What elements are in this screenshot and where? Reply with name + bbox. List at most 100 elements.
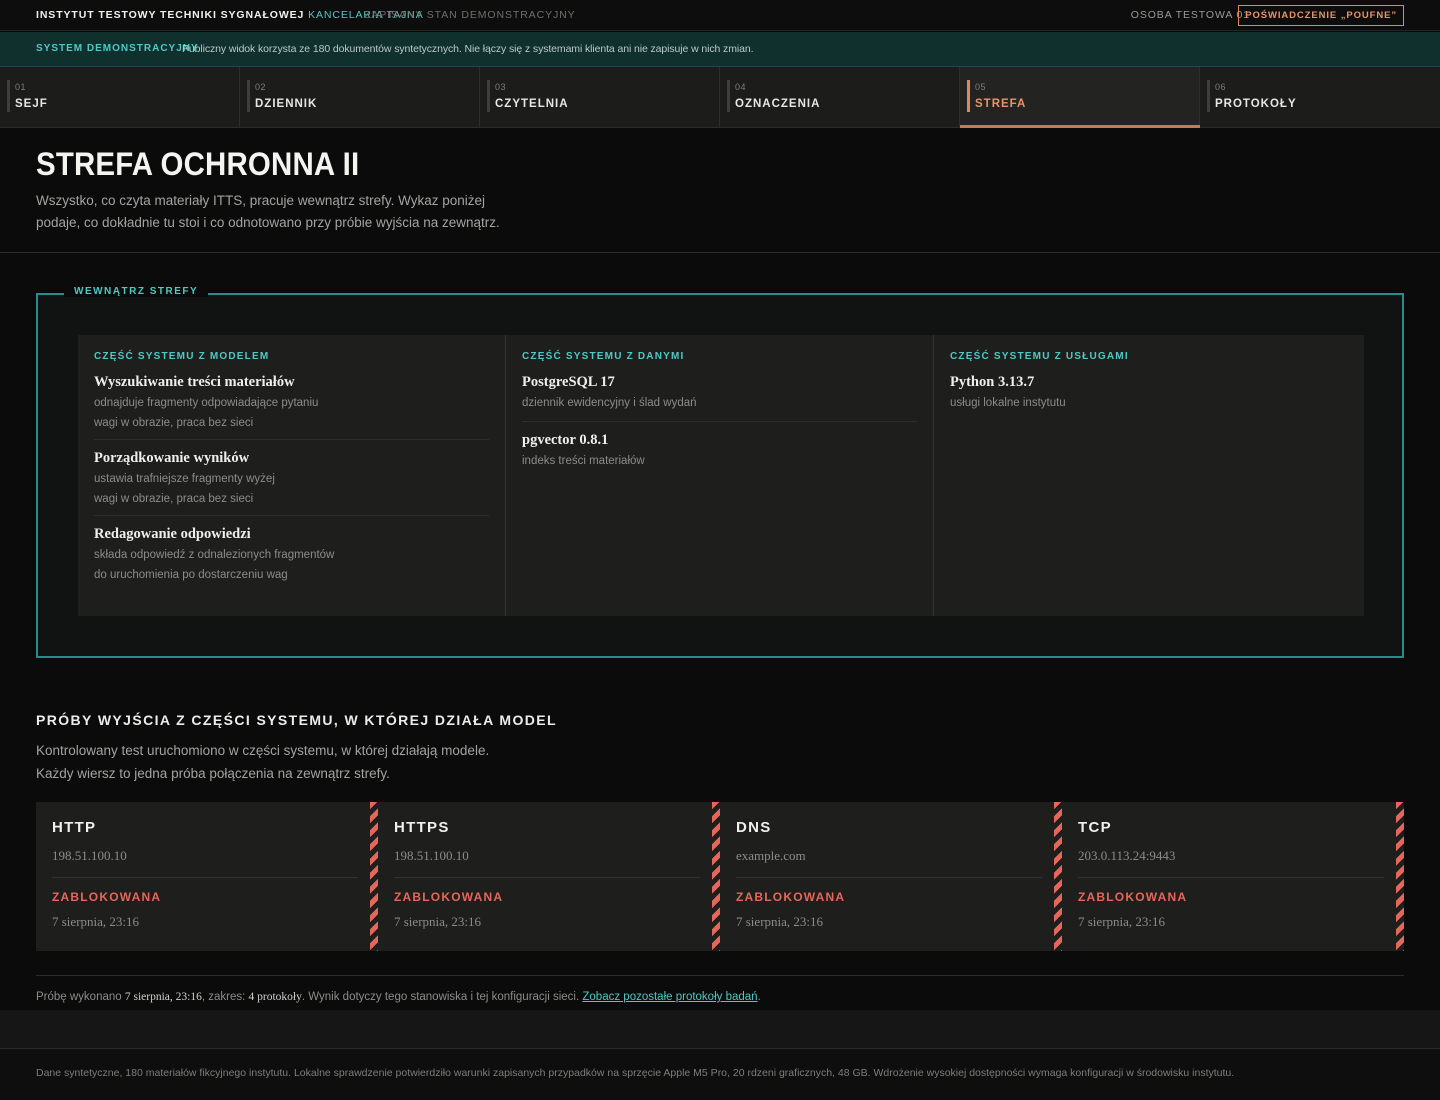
attempt-time: 7 sierpnia, 23:16 bbox=[52, 914, 140, 929]
status-badge: ZABLOKOWANA bbox=[52, 890, 162, 904]
divider bbox=[0, 252, 1440, 253]
main-tabs: 01 SEJF 02 DZIENNIK 03 CZYTELNIA 04 OZNA… bbox=[0, 67, 1440, 128]
component-item: Wyszukiwanie treści materiałów odnajduje… bbox=[94, 374, 489, 440]
column-heading: CZĘŚĆ SYSTEMU Z MODELEM bbox=[94, 351, 270, 362]
demo-banner: SYSTEM DEMONSTRACYJNY Publiczny widok ko… bbox=[0, 32, 1440, 67]
component-item: Python 3.13.7 usługi lokalne instytutu bbox=[950, 374, 1348, 421]
protection-zone: WEWNĄTRZ STREFY CZĘŚĆ SYSTEMU Z MODELEM … bbox=[36, 286, 1404, 658]
footer-band bbox=[0, 1010, 1440, 1049]
attempt-target: 198.51.100.10 bbox=[394, 848, 700, 878]
attempt-protocol: HTTP bbox=[52, 819, 97, 836]
saved-state-label: ZAPISANY STAN DEMONSTRACYJNY bbox=[364, 9, 576, 21]
attempt-protocol: HTTPS bbox=[394, 819, 450, 836]
component-name: Wyszukiwanie treści materiałów bbox=[94, 374, 295, 390]
tab-number: 03 bbox=[495, 82, 507, 92]
demo-message: Publiczny widok korzysta ze 180 dokument… bbox=[182, 43, 754, 55]
component-note: do uruchomienia po dostarczeniu wag bbox=[94, 569, 288, 581]
summary-suffix: . Wynik dotyczy tego stanowiska i tej ko… bbox=[301, 991, 580, 1003]
component-item: pgvector 0.8.1 indeks treści materiałów bbox=[522, 432, 917, 479]
attempt-target: 198.51.100.10 bbox=[52, 848, 358, 878]
blocked-stripe bbox=[712, 802, 720, 951]
blocked-stripe bbox=[1396, 802, 1404, 951]
attempt-card: DNS example.com ZABLOKOWANA 7 sierpnia, … bbox=[720, 802, 1062, 951]
component-note: wagi w obrazie, praca bez sieci bbox=[94, 493, 254, 505]
tab-label: DZIENNIK bbox=[255, 98, 318, 110]
model-column: CZĘŚĆ SYSTEMU Z MODELEM Wyszukiwanie tre… bbox=[78, 335, 506, 616]
attempt-card: HTTPS 198.51.100.10 ZABLOKOWANA 7 sierpn… bbox=[378, 802, 720, 951]
attempt-time: 7 sierpnia, 23:16 bbox=[394, 914, 482, 929]
attempt-card: TCP 203.0.113.24:9443 ZABLOKOWANA 7 sier… bbox=[1062, 802, 1404, 951]
tab-marker bbox=[247, 80, 250, 112]
summary-end: . bbox=[757, 991, 761, 1003]
component-name: Porządkowanie wyników bbox=[94, 450, 250, 466]
tab-sejf[interactable]: 01 SEJF bbox=[0, 67, 240, 127]
tab-number: 06 bbox=[1215, 82, 1227, 92]
attempt-protocol: DNS bbox=[736, 819, 772, 836]
component-note: wagi w obrazie, praca bez sieci bbox=[94, 417, 254, 429]
tab-marker bbox=[1207, 80, 1210, 112]
services-column: CZĘŚĆ SYSTEMU Z USŁUGAMI Python 3.13.7 u… bbox=[934, 335, 1364, 616]
data-column: CZĘŚĆ SYSTEMU Z DANYMI PostgreSQL 17 dzi… bbox=[506, 335, 934, 616]
tab-number: 01 bbox=[15, 82, 27, 92]
egress-title: PRÓBY WYJŚCIA Z CZĘŚCI SYSTEMU, W KTÓREJ… bbox=[36, 712, 557, 728]
component-description: dziennik ewidencyjny i ślad wydań bbox=[522, 397, 697, 409]
tab-marker bbox=[727, 80, 730, 112]
component-description: usługi lokalne instytutu bbox=[950, 397, 1066, 409]
attempt-time: 7 sierpnia, 23:16 bbox=[736, 914, 824, 929]
zone-components: CZĘŚĆ SYSTEMU Z MODELEM Wyszukiwanie tre… bbox=[78, 335, 1364, 616]
attempt-target: 203.0.113.24:9443 bbox=[1078, 848, 1384, 878]
status-badge: ZABLOKOWANA bbox=[736, 890, 846, 904]
summary-scope: 4 protokoły bbox=[248, 991, 302, 1003]
component-item: Porządkowanie wyników ustawia trafniejsz… bbox=[94, 450, 489, 516]
egress-description: Kontrolowany test uruchomiono w części s… bbox=[36, 743, 490, 781]
summary-date: 7 sierpnia, 23:16 bbox=[124, 991, 202, 1003]
attempt-card: HTTP 198.51.100.10 ZABLOKOWANA 7 sierpni… bbox=[36, 802, 378, 951]
divider bbox=[36, 975, 1404, 976]
footer: Dane syntetyczne, 180 materiałów fikcyjn… bbox=[0, 1010, 1440, 1100]
blocked-stripe bbox=[370, 802, 378, 951]
footer-text: Dane syntetyczne, 180 materiałów fikcyjn… bbox=[36, 1067, 1235, 1079]
status-badge: ZABLOKOWANA bbox=[394, 890, 504, 904]
attempt-protocol: TCP bbox=[1078, 819, 1112, 836]
summary-prefix: Próbę wykonano bbox=[36, 991, 122, 1003]
component-item: PostgreSQL 17 dziennik ewidencyjny i śla… bbox=[522, 374, 917, 422]
summary-scope-label: , zakres: bbox=[201, 991, 246, 1003]
component-description: odnajduje fragmenty odpowiadające pytani… bbox=[94, 397, 319, 409]
tab-number: 05 bbox=[975, 82, 987, 92]
component-description: ustawia trafniejsze fragmenty wyżej bbox=[94, 473, 275, 485]
column-heading: CZĘŚĆ SYSTEMU Z USŁUGAMI bbox=[950, 351, 1129, 362]
component-name: pgvector 0.8.1 bbox=[522, 432, 609, 448]
column-heading: CZĘŚĆ SYSTEMU Z DANYMI bbox=[522, 351, 685, 362]
component-name: Redagowanie odpowiedzi bbox=[94, 526, 251, 542]
tab-label: PROTOKOŁY bbox=[1215, 98, 1297, 110]
tab-strefa[interactable]: 05 STREFA bbox=[960, 67, 1200, 128]
tab-number: 02 bbox=[255, 82, 267, 92]
tab-marker bbox=[967, 80, 970, 112]
top-bar: INSTYTUT TESTOWY TECHNIKI SYGNAŁOWEJ KAN… bbox=[0, 0, 1440, 31]
blocked-stripe bbox=[1054, 802, 1062, 951]
page-description: Wszystko, co czyta materiały ITTS, pracu… bbox=[36, 193, 500, 230]
page-title: STREFA OCHRONNA II bbox=[36, 146, 360, 182]
tab-label: CZYTELNIA bbox=[495, 98, 569, 110]
tab-number: 04 bbox=[735, 82, 747, 92]
protocols-link[interactable]: Zobacz pozostałe protokoły badań bbox=[582, 991, 757, 1003]
tab-czytelnia[interactable]: 03 CZYTELNIA bbox=[480, 67, 720, 127]
tab-marker bbox=[487, 80, 490, 112]
institute-label: INSTYTUT TESTOWY TECHNIKI SYGNAŁOWEJ bbox=[36, 9, 305, 21]
tab-label: OZNACZENIA bbox=[735, 98, 821, 110]
zone-legend: WEWNĄTRZ STREFY bbox=[64, 286, 209, 297]
tab-label: STREFA bbox=[975, 98, 1027, 110]
clearance-badge: POŚWIADCZENIE „POUFNE” bbox=[1238, 5, 1404, 26]
component-name: PostgreSQL 17 bbox=[522, 374, 615, 390]
tab-dziennik[interactable]: 02 DZIENNIK bbox=[240, 67, 480, 127]
test-summary: Próbę wykonano 7 sierpnia, 23:16, zakres… bbox=[36, 991, 761, 1003]
egress-attempts: HTTP 198.51.100.10 ZABLOKOWANA 7 sierpni… bbox=[36, 802, 1404, 951]
user-name[interactable]: OSOBA TESTOWA 01 bbox=[1131, 9, 1250, 21]
demo-tag: SYSTEM DEMONSTRACYJNY bbox=[36, 43, 199, 54]
tab-label: SEJF bbox=[15, 98, 48, 110]
component-description: składa odpowiedź z odnalezionych fragmen… bbox=[94, 549, 335, 561]
attempt-target: example.com bbox=[736, 848, 1042, 878]
component-description: indeks treści materiałów bbox=[522, 455, 645, 467]
tab-oznaczenia[interactable]: 04 OZNACZENIA bbox=[720, 67, 960, 127]
tab-protokoly[interactable]: 06 PROTOKOŁY bbox=[1200, 67, 1440, 127]
